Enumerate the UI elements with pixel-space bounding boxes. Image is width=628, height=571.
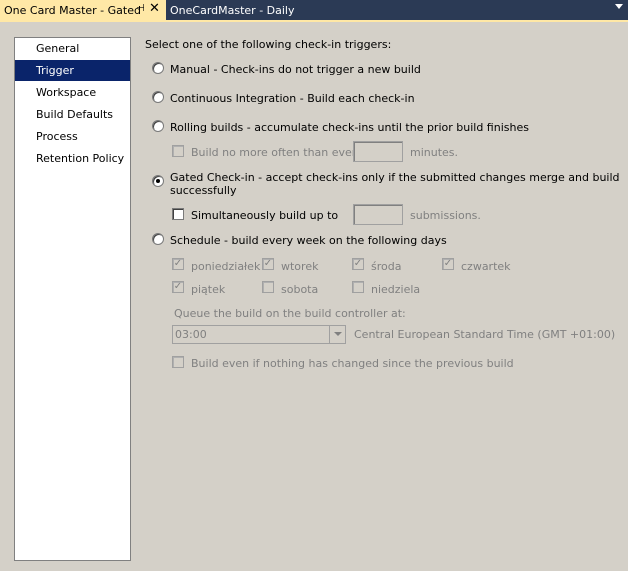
chevron-down-icon[interactable]	[615, 4, 623, 9]
day-checkbox-wed[interactable]: ✓	[352, 258, 364, 270]
manual-radio[interactable]	[152, 62, 164, 74]
nav-item-label: Retention Policy	[36, 152, 125, 165]
simultaneously-build-label: Simultaneously build up to	[191, 209, 339, 222]
chevron-down-icon[interactable]	[329, 326, 345, 343]
nav-item-build-defaults[interactable]: Build Defaults	[15, 104, 130, 125]
rolling-builds-radio[interactable]	[152, 120, 164, 132]
gated-check-in-label-line2: successfully	[170, 184, 237, 197]
gated-check-in-label-line1: Gated Check-in - accept check-ins only i…	[170, 171, 620, 184]
tab-underline	[0, 20, 628, 22]
nav-item-trigger[interactable]: Trigger	[15, 60, 130, 81]
build-even-label: Build even if nothing has changed since …	[191, 357, 514, 370]
nav-item-label: Process	[36, 130, 78, 143]
queue-time-select[interactable]: 03:00	[172, 325, 346, 344]
close-icon[interactable]: ✕	[149, 1, 160, 16]
build-no-more-often-checkbox[interactable]	[172, 145, 184, 157]
rolling-minutes-input[interactable]	[353, 141, 403, 162]
continuous-integration-radio[interactable]	[152, 91, 164, 103]
day-label-thu: czwartek	[461, 260, 511, 273]
tab-onecardmaster-daily[interactable]: OneCardMaster - Daily	[170, 0, 295, 20]
day-label-tue: wtorek	[281, 260, 319, 273]
day-checkbox-thu[interactable]: ✓	[442, 258, 454, 270]
day-checkbox-fri[interactable]: ✓	[172, 281, 184, 293]
nav-item-general[interactable]: General	[15, 38, 130, 59]
day-checkbox-sun[interactable]	[352, 281, 364, 293]
day-label-sun: niedziela	[371, 283, 421, 296]
tab-one-card-master-gated[interactable]: One Card Master - Gated ⊣ ✕	[0, 0, 166, 20]
rolling-builds-label: Rolling builds - accumulate check-ins un…	[170, 121, 529, 134]
nav-item-label: Workspace	[36, 86, 97, 99]
pin-icon[interactable]: ⊣	[136, 3, 145, 14]
nav-item-retention-policy[interactable]: Retention Policy	[15, 148, 130, 169]
day-label-wed: środa	[371, 260, 402, 273]
day-label-fri: piątek	[191, 283, 226, 296]
settings-nav: General Trigger Workspace Build Defaults…	[14, 37, 131, 561]
nav-item-workspace[interactable]: Workspace	[15, 82, 130, 103]
queue-label: Queue the build on the build controller …	[174, 307, 406, 320]
nav-item-label: Build Defaults	[36, 108, 114, 121]
day-checkbox-mon[interactable]: ✓	[172, 258, 184, 270]
gated-check-in-radio[interactable]	[152, 175, 164, 187]
day-label-sat: sobota	[281, 283, 319, 296]
submissions-unit-label: submissions.	[410, 209, 481, 222]
day-checkbox-sat[interactable]	[262, 281, 274, 293]
tab-label: OneCardMaster - Daily	[170, 3, 295, 17]
build-no-more-often-label: Build no more often than every	[191, 146, 363, 159]
trigger-heading: Select one of the following check-in tri…	[145, 38, 392, 51]
submissions-input[interactable]	[353, 204, 403, 225]
day-checkbox-tue[interactable]: ✓	[262, 258, 274, 270]
timezone-label: Central European Standard Time (GMT +01:…	[354, 328, 616, 341]
tab-label: One Card Master - Gated	[4, 3, 141, 17]
nav-item-label: Trigger	[36, 64, 74, 77]
schedule-radio[interactable]	[152, 233, 164, 245]
simultaneously-build-checkbox[interactable]	[172, 208, 184, 220]
build-even-checkbox[interactable]	[172, 356, 184, 368]
continuous-integration-label: Continuous Integration - Build each chec…	[170, 92, 415, 105]
nav-item-label: General	[36, 42, 80, 55]
minutes-unit-label: minutes.	[410, 146, 459, 159]
manual-label: Manual - Check-ins do not trigger a new …	[170, 63, 421, 76]
document-tab-bar: One Card Master - Gated ⊣ ✕ OneCardMaste…	[0, 0, 628, 20]
nav-item-process[interactable]: Process	[15, 126, 130, 147]
day-label-mon: poniedziałek	[191, 260, 261, 273]
schedule-label: Schedule - build every week on the follo…	[170, 234, 447, 247]
